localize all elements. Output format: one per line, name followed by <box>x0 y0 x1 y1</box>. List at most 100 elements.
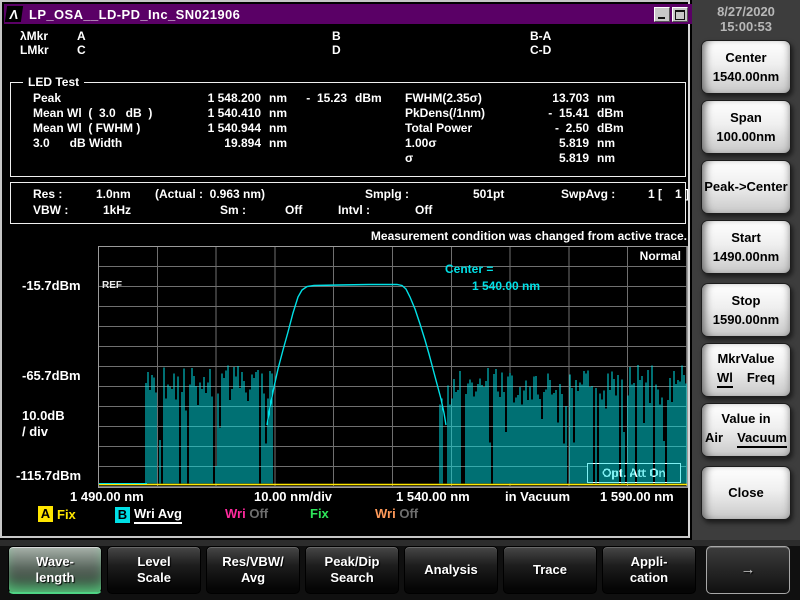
function-menu-bar: Wave-lengthLevelScaleRes/VBW/AvgPeak/Dip… <box>0 540 800 600</box>
legend-trace-2[interactable]: Wri Off <box>225 506 268 521</box>
x-label-div: 10.00 nm/div <box>254 489 332 504</box>
legend-trace-3[interactable]: Fix <box>310 506 329 521</box>
menu-analysis[interactable]: Analysis <box>404 546 498 594</box>
analysis-label: Mean Wl ( FWHM ) <box>33 121 191 136</box>
analysis-value: 1 540.410 <box>191 106 261 121</box>
led-test-panel: LED Test Peak1 548.200nm- 15.23dBmMean W… <box>10 82 686 177</box>
analysis-unit: nm <box>269 91 287 106</box>
resolution-panel: Res :1.0nm(Actual : 0.963 nm)Smplg :501p… <box>10 182 686 224</box>
lambda-marker-label: λMkr <box>20 29 48 43</box>
trace-b-noise-floor <box>146 365 686 483</box>
res-segment: 501pt <box>473 187 504 201</box>
led-test-right-column: FWHM(2.35σ)13.703nmPkDens(/1nm)- 15.41dB… <box>405 91 624 166</box>
softkey-option-air[interactable]: Air <box>705 431 723 448</box>
legend-trace-4[interactable]: Wri Off <box>375 506 418 521</box>
res-segment: Intvl : <box>338 203 370 217</box>
softkey-center[interactable]: Center 1540.00nm <box>701 40 791 94</box>
analysis-value: 1 540.944 <box>191 121 261 136</box>
trace-b-envelope <box>267 285 446 426</box>
marker-c-d-label: C-D <box>530 43 551 57</box>
menu-appli-cation[interactable]: Appli-cation <box>602 546 696 594</box>
softkey-span[interactable]: Span 100.00nm <box>701 100 791 154</box>
menu-label-line: Scale <box>137 570 171 586</box>
softkey-line2: 1540.00nm <box>713 70 780 84</box>
legend-trace-a[interactable]: AFix <box>38 506 76 522</box>
window-title: LP_OSA__LD-PD_Inc_SN021906 <box>29 7 240 22</box>
res-segment: VBW : <box>33 203 68 217</box>
softkey-close[interactable]: Close <box>701 466 791 520</box>
analysis-value: 5.819 <box>527 136 589 151</box>
softkey-option-wl[interactable]: Wl <box>717 371 733 388</box>
marker-b-a-label: B-A <box>530 29 551 43</box>
trace-badge: B <box>115 507 130 523</box>
softkey-value-in[interactable]: Value in Air Vacuum <box>701 403 791 457</box>
softkey-start[interactable]: Start1490.00nm <box>701 220 791 274</box>
menu-levelscale[interactable]: LevelScale <box>107 546 201 594</box>
menu-peak-dipsearch[interactable]: Peak/DipSearch <box>305 546 399 594</box>
softkey-peak-center[interactable]: Peak->Center <box>701 160 791 214</box>
analysis-unit: nm <box>269 106 287 121</box>
analysis-unit: dBm <box>597 121 624 136</box>
y-label-mid-level: -65.7dBm <box>22 368 81 383</box>
menu-trace[interactable]: Trace <box>503 546 597 594</box>
led-test-title: LED Test <box>23 75 84 89</box>
analysis-label: 3.0 dB Width <box>33 136 191 151</box>
x-label-center: 1 540.00 nm <box>396 489 470 504</box>
softkey-line1: Start <box>731 231 761 245</box>
softkey-panel: 8/27/2020 15:00:53 Center 1540.00nm Span 10… <box>692 0 800 540</box>
softkey-line2: 100.00nm <box>716 130 775 144</box>
level-marker-label: LMkr <box>20 43 49 57</box>
marker-a-label: A <box>77 29 86 43</box>
analysis-row: FWHM(2.35σ)13.703nm <box>405 91 624 106</box>
analysis-value: - 15.41 <box>527 106 589 121</box>
time-text: 15:00:53 <box>692 19 800 34</box>
menu-res-vbw-avg[interactable]: Res/VBW/Avg <box>206 546 300 594</box>
analysis-unit: dBm <box>597 106 624 121</box>
softkey-option-freq[interactable]: Freq <box>747 371 775 388</box>
res-segment: (Actual : 0.963 nm) <box>155 187 265 201</box>
marker-c-label: C <box>77 43 86 57</box>
analysis-row: 3.0 dB Width19.894nm <box>33 136 382 151</box>
analysis-unit: nm <box>597 151 615 166</box>
anritsu-logo-icon: Λ <box>5 6 23 22</box>
softkey-option-vacuum[interactable]: Vacuum <box>737 431 787 448</box>
legend-label: Wri Avg <box>134 506 182 524</box>
measurement-notice: Measurement condition was changed from a… <box>287 229 687 243</box>
maximize-icon[interactable] <box>672 7 688 22</box>
softkey-stop[interactable]: Stop1590.00nm <box>701 283 791 337</box>
x-label-start: 1 490.00 nm <box>70 489 144 504</box>
softkey-options: Air Vacuum <box>705 431 787 448</box>
res-segment: SwpAvg : <box>561 187 615 201</box>
analysis-value: 13.703 <box>527 91 589 106</box>
res-segment: 1.0nm <box>96 187 131 201</box>
analysis-label: Peak <box>33 91 191 106</box>
analysis-value-2: - 15.23 <box>299 91 347 106</box>
y-label-ref-level: -15.7dBm <box>22 278 81 293</box>
x-label-medium: in Vacuum <box>505 489 570 504</box>
datetime-display: 8/27/2020 15:00:53 <box>692 4 800 34</box>
spectrum-plot: REF Normal Center = 1 540.00 nm Opt. Att… <box>98 246 688 488</box>
res-segment: Sm : <box>220 203 246 217</box>
analysis-unit: nm <box>597 136 615 151</box>
softkey-line1: Value in <box>721 412 770 426</box>
window-controls <box>652 7 688 22</box>
menu-label-line: Appli- <box>631 554 668 570</box>
legend-label-part: Wri Avg <box>134 506 182 521</box>
softkey-line1: Center <box>725 51 766 65</box>
analysis-label: σ <box>405 151 527 166</box>
legend-trace-b[interactable]: B Wri Avg <box>115 506 182 524</box>
res-segment: Off <box>285 203 302 217</box>
analysis-row: σ5.819nm <box>405 151 624 166</box>
menu-label-line: Res/VBW/ <box>222 554 283 570</box>
marker-b-label: B <box>332 29 341 43</box>
minimize-icon[interactable] <box>654 7 670 22</box>
analysis-row: PkDens(/1nm)- 15.41dBm <box>405 106 624 121</box>
legend-label-part: Fix <box>310 506 329 521</box>
softkey-line1: Span <box>730 111 762 125</box>
menu-wave-length[interactable]: Wave-length <box>8 546 102 594</box>
osa-screen: Λ LP_OSA__LD-PD_Inc_SN021906 λMkr A B B-… <box>0 0 800 600</box>
menu-more-arrow-icon[interactable]: → <box>706 546 790 594</box>
softkey-mkrvalue[interactable]: MkrValue Wl Freq <box>701 343 791 397</box>
softkey-line1: MkrValue <box>717 352 774 366</box>
analysis-row: 1.00σ5.819nm <box>405 136 624 151</box>
